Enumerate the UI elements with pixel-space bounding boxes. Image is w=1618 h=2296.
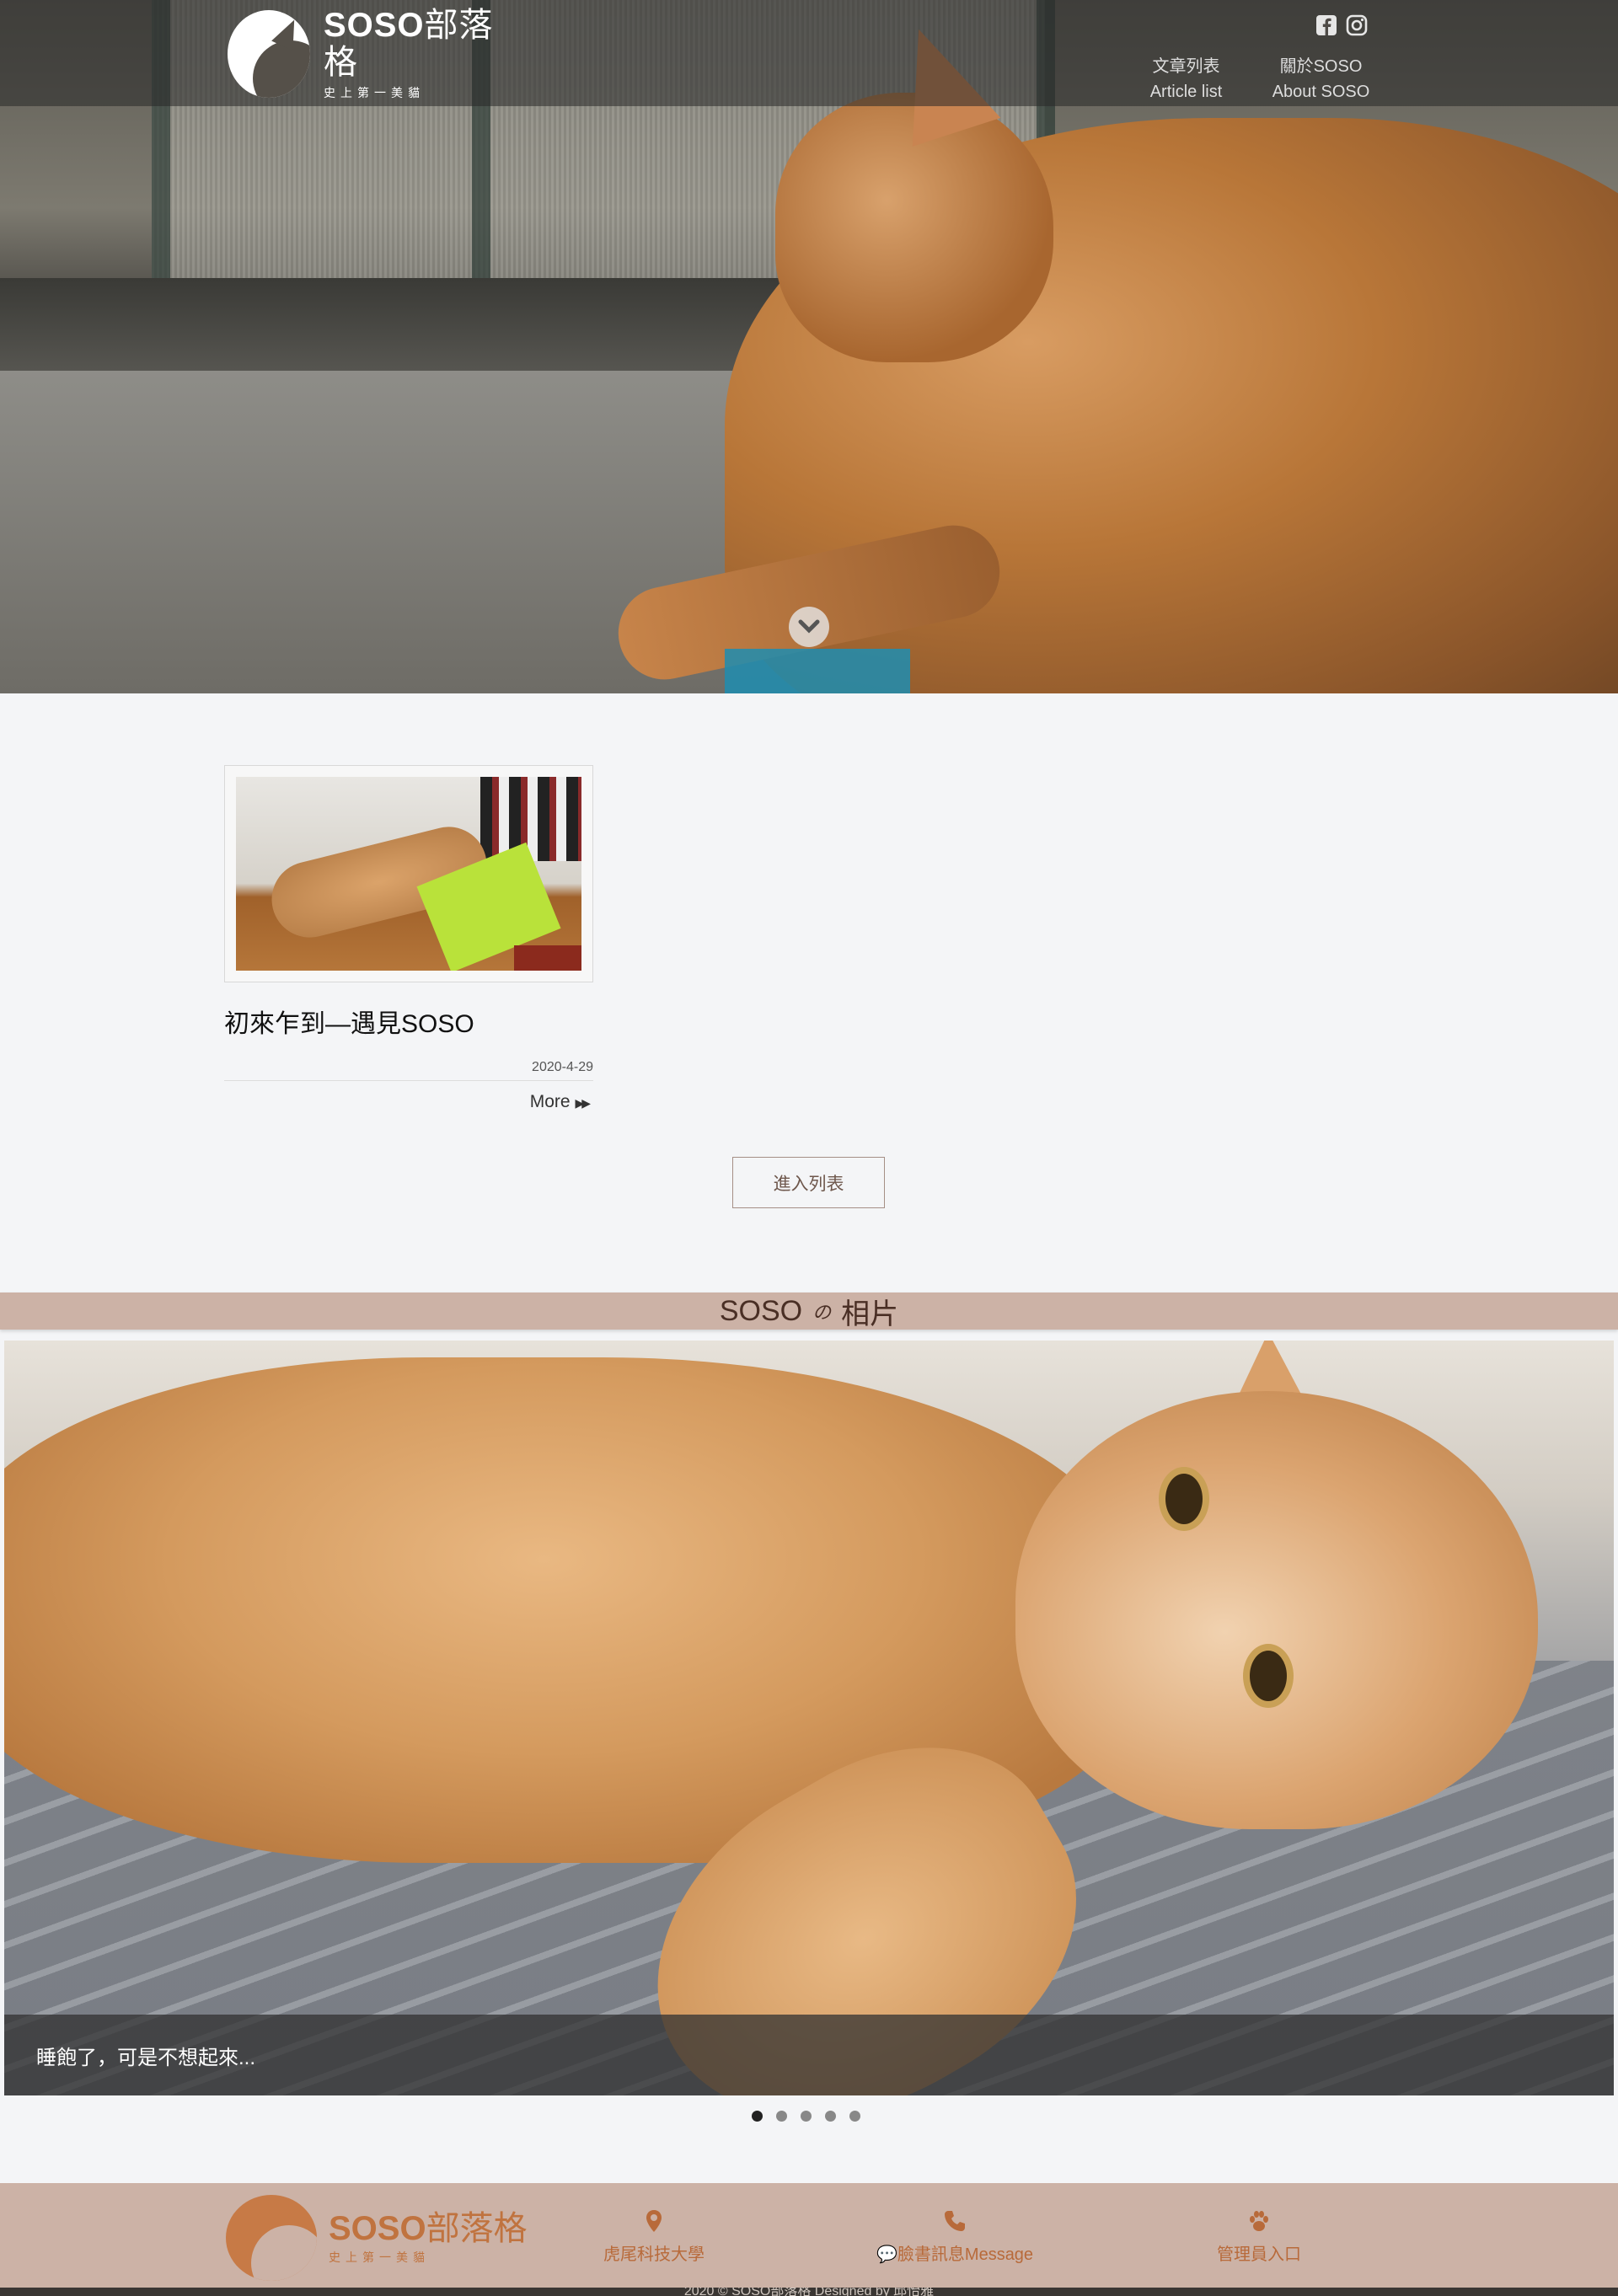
slide-caption: 睡飽了，可是不想起來... — [4, 2015, 1614, 2095]
footer-location-label: 虎尾科技大學 — [603, 2245, 705, 2264]
site-footer: SOSO部落格 史上第一美貓 虎尾科技大學 💬臉書訊息Message 管理員入口 — [0, 2183, 1618, 2288]
copyright: 2020 © SOSO部落格 Designed by 邱怡雅 — [0, 2288, 1618, 2296]
nav-label-en: Article list — [1149, 83, 1223, 101]
slide-cat-eye — [1243, 1644, 1294, 1708]
nav-label-en: About SOSO — [1272, 83, 1370, 101]
article-thumbnail[interactable] — [236, 777, 581, 971]
hero-teal-object — [725, 649, 910, 693]
paw-icon — [1250, 2211, 1268, 2231]
carousel-dot[interactable] — [849, 2111, 860, 2122]
article-title[interactable]: 初來乍到—遇見SOSO — [224, 1003, 474, 1040]
footer-message-label: 💬臉書訊息Message — [876, 2245, 1034, 2264]
photos-heading-mid: の — [812, 1302, 832, 1323]
chat-icon: 💬 — [876, 2245, 897, 2264]
article-date: 2020-4-29 — [532, 1060, 593, 1074]
carousel-dot[interactable] — [752, 2111, 763, 2122]
phone-icon — [945, 2211, 966, 2231]
scroll-down-button[interactable] — [789, 607, 829, 647]
photos-heading-right: 相片 — [841, 1298, 899, 1330]
double-chevron-right-icon: ▶▶ — [575, 1096, 590, 1110]
thumbnail-table — [514, 945, 581, 971]
thumbnail-shelf — [480, 777, 581, 861]
chevron-down-icon — [798, 619, 820, 634]
photos-heading-left: SOSO — [719, 1294, 803, 1327]
top-navbar: SOSO部落格 史上第一美貓 文章列表 Article list 關於SOSO … — [0, 0, 1618, 106]
carousel-dot[interactable] — [776, 2111, 787, 2122]
site-logo[interactable]: SOSO部落格 史上第一美貓 — [228, 7, 506, 99]
social-links — [1315, 13, 1369, 37]
nav-article-list[interactable]: 文章列表 Article list — [1129, 54, 1243, 104]
photos-heading: SOSO の 相片 — [0, 1293, 1618, 1330]
article-card[interactable] — [224, 765, 593, 982]
slide-cat-eye — [1159, 1467, 1209, 1531]
nav-about-soso[interactable]: 關於SOSO About SOSO — [1264, 54, 1378, 104]
photo-carousel-slide[interactable]: 睡飽了，可是不想起來... — [4, 1341, 1614, 2095]
cat-logo-icon — [226, 2195, 317, 2281]
divider — [224, 1080, 593, 1081]
carousel-dot[interactable] — [801, 2111, 812, 2122]
enter-list-button[interactable]: 進入列表 — [732, 1157, 885, 1208]
brand-tagline: 史上第一美貓 — [323, 86, 425, 99]
facebook-icon[interactable] — [1315, 13, 1338, 37]
cat-logo-icon — [228, 10, 310, 98]
nav-label-zh: 文章列表 — [1152, 57, 1220, 76]
footer-brand-name: SOSO部落格 — [329, 2210, 528, 2247]
carousel-indicators — [752, 2111, 860, 2122]
footer-admin-link[interactable]: 管理員入口 — [1217, 2208, 1301, 2265]
nav-label-zh: 關於SOSO — [1279, 57, 1363, 76]
slide-cat-head — [1015, 1391, 1538, 1829]
footer-admin-label: 管理員入口 — [1217, 2245, 1301, 2264]
brand-name: SOSO部落格 — [323, 7, 494, 81]
footer-message-link[interactable]: 💬臉書訊息Message — [876, 2208, 1033, 2265]
instagram-icon[interactable] — [1345, 13, 1369, 37]
footer-brand-tagline: 史上第一美貓 — [329, 2251, 430, 2264]
footer-location-link[interactable]: 虎尾科技大學 — [603, 2208, 705, 2265]
more-label: More — [529, 1092, 571, 1111]
carousel-dot[interactable] — [825, 2111, 836, 2122]
map-pin-icon — [646, 2210, 662, 2232]
footer-logo[interactable]: SOSO部落格 史上第一美貓 — [226, 2195, 528, 2281]
more-link[interactable]: More ▶▶ — [224, 1092, 591, 1112]
